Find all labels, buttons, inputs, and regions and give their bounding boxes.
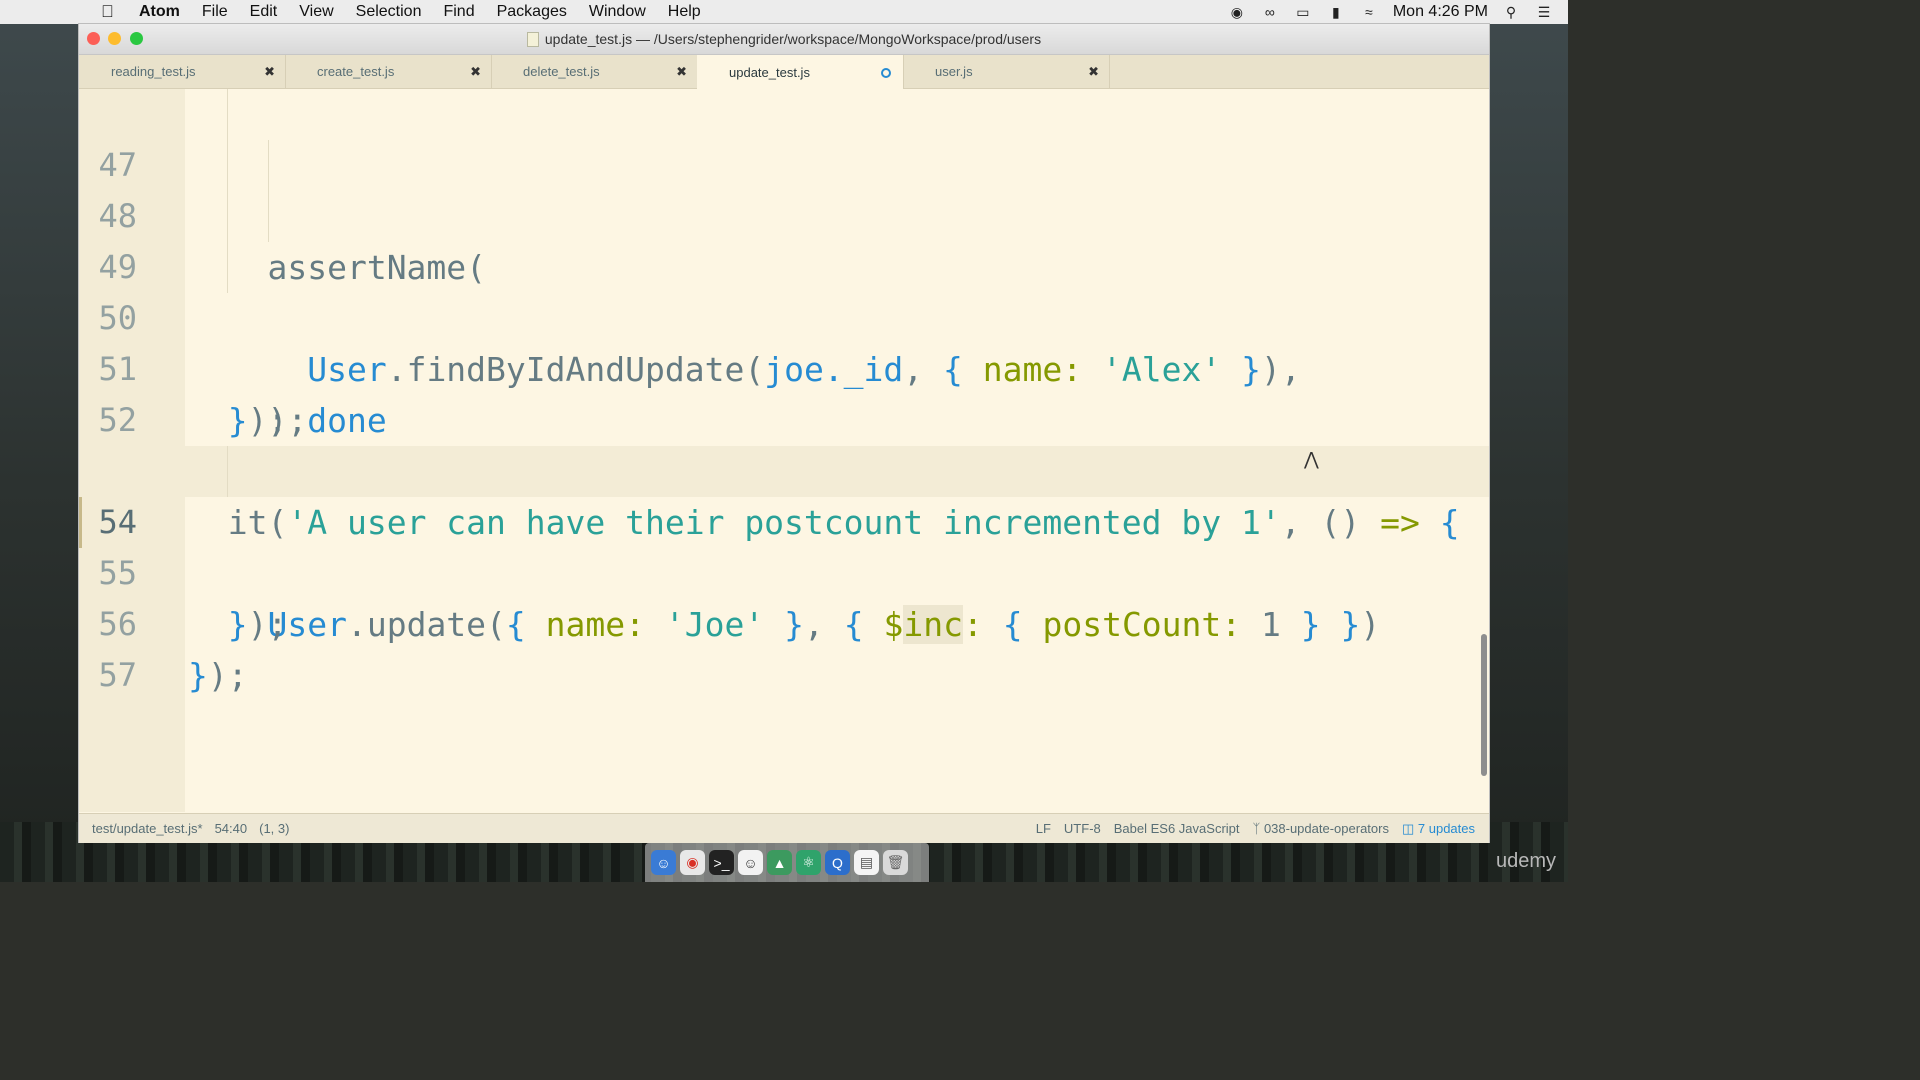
indent-guide <box>227 140 228 191</box>
code-line[interactable]: 55 }); <box>79 497 1489 644</box>
tab-close-icon[interactable]: ✖ <box>676 64 687 80</box>
atom-icon[interactable]: ⚛ <box>796 850 821 875</box>
menu-view[interactable]: View <box>299 3 333 21</box>
tab-update-test[interactable]: update_test.js <box>697 55 904 89</box>
dock: ☺ ◉ >_ ☺ ▲ ⚛ Q ▤ 🗑 <box>645 843 929 882</box>
tab-user[interactable]: user.js ✖ <box>903 55 1110 88</box>
code-line[interactable]: 52 <box>79 344 1489 439</box>
status-selection-count[interactable]: (1, 3) <box>259 821 289 836</box>
smiley-app-icon[interactable]: ☺ <box>738 850 763 875</box>
code-line[interactable]: 56 }); <box>79 548 1489 695</box>
tab-label: create_test.js <box>317 64 395 79</box>
indent-guide <box>227 191 228 242</box>
udemy-watermark: udemy <box>1495 850 1556 872</box>
status-encoding[interactable]: UTF-8 <box>1064 821 1101 836</box>
menu-find[interactable]: Find <box>443 3 474 21</box>
atom-window: update_test.js — /Users/stephengrider/wo… <box>79 24 1489 843</box>
status-file-path[interactable]: test/update_test.js* <box>92 821 203 836</box>
git-branch-icon: ᛉ <box>1252 821 1261 836</box>
menu-selection[interactable]: Selection <box>356 3 422 21</box>
menu-bar-status: ◉ ∞ ▭ ▮ ≈ Mon 4:26 PM ⚲ ☰ <box>1228 0 1568 24</box>
menu-bar:  Atom File Edit View Selection Find Pac… <box>0 0 1568 24</box>
spotlight-search-icon[interactable]: ⚲ <box>1502 4 1520 20</box>
menu-edit[interactable]: Edit <box>250 3 278 21</box>
tab-label: user.js <box>935 64 973 79</box>
tab-close-icon[interactable]: ✖ <box>470 64 481 80</box>
status-cursor-position[interactable]: 54:40 <box>215 821 248 836</box>
indent-guide <box>268 140 269 191</box>
indent-guide <box>227 242 228 293</box>
tab-label: delete_test.js <box>523 64 600 79</box>
indent-guide <box>227 446 228 497</box>
menu-file[interactable]: File <box>202 3 228 21</box>
status-bar: test/update_test.js* 54:40 (1, 3) LF UTF… <box>79 813 1489 843</box>
tab-label: update_test.js <box>729 64 810 80</box>
record-icon[interactable]: ◉ <box>1228 4 1246 20</box>
window-minimize-button[interactable] <box>108 32 121 45</box>
glasses-icon[interactable]: ∞ <box>1261 4 1279 20</box>
status-line-ending[interactable]: LF <box>1036 821 1051 836</box>
window-titlebar: update_test.js — /Users/stephengrider/wo… <box>79 24 1489 55</box>
document-icon <box>526 31 539 47</box>
tab-create-test[interactable]: create_test.js ✖ <box>285 55 492 88</box>
modified-indicator-icon[interactable] <box>881 68 891 78</box>
status-git-branch[interactable]: ᛉ 038-update-operators <box>1253 821 1389 836</box>
menu-help[interactable]: Help <box>668 3 701 21</box>
documents-icon[interactable]: ▤ <box>854 850 879 875</box>
code-line-current[interactable]: 54 User.update({ name: 'Joe' }, { $inc: … <box>79 446 1489 644</box>
quicktime-icon[interactable]: Q <box>825 850 850 875</box>
trash-icon[interactable]: 🗑 <box>883 850 908 875</box>
window-title: update_test.js — /Users/stephengrider/wo… <box>544 31 1042 47</box>
updates-label: 7 updates <box>1417 820 1475 836</box>
menu-window[interactable]: Window <box>589 3 646 21</box>
status-updates[interactable]: ◫ 7 updates <box>1402 821 1475 837</box>
menu-clock[interactable]: Mon 4:26 PM <box>1393 3 1488 21</box>
tab-delete-test[interactable]: delete_test.js ✖ <box>491 55 698 88</box>
tab-bar: reading_test.js ✖ create_test.js ✖ delet… <box>79 55 1489 89</box>
terminal-icon[interactable]: >_ <box>709 850 734 875</box>
apple-icon[interactable]:  <box>101 2 119 22</box>
menu-packages[interactable]: Packages <box>497 3 567 21</box>
wifi-icon[interactable]: ≈ <box>1360 4 1378 20</box>
notification-list-icon[interactable]: ☰ <box>1535 4 1553 20</box>
airplay-icon[interactable]: ▭ <box>1294 4 1312 20</box>
indent-guide <box>227 89 228 140</box>
finder-icon[interactable]: ☺ <box>651 850 676 875</box>
tab-label: reading_test.js <box>111 64 196 79</box>
window-close-button[interactable] <box>87 32 100 45</box>
menu-atom[interactable]: Atom <box>139 3 180 21</box>
code-line[interactable]: 48 User.findByIdAndUpdate(joe._id, { nam… <box>79 140 1489 389</box>
code-line[interactable]: 53 it('A user can have their postcount i… <box>79 395 1489 542</box>
chrome-icon[interactable]: ◉ <box>680 850 705 875</box>
status-grammar[interactable]: Babel ES6 JavaScript <box>1114 821 1240 836</box>
tab-close-icon[interactable]: ✖ <box>1088 64 1099 80</box>
indent-guide <box>268 191 269 242</box>
code-line[interactable]: 49 done <box>79 191 1489 440</box>
package-updates-icon: ◫ <box>1401 820 1415 836</box>
code-line[interactable]: 47 assertName( <box>79 89 1489 287</box>
ibeam-cursor-icon: ⋀ <box>1304 449 1319 470</box>
line-number: 57 <box>98 656 137 694</box>
tab-close-icon[interactable]: ✖ <box>264 64 275 80</box>
mongodb-compass-icon[interactable]: ▲ <box>767 850 792 875</box>
branch-name: 038-update-operators <box>1263 821 1389 836</box>
window-zoom-button[interactable] <box>130 32 143 45</box>
code-editor[interactable]: 47 assertName( 48 User.findByIdAndUpdate… <box>79 89 1489 812</box>
code-line[interactable]: 51 }); <box>79 293 1489 440</box>
code-line[interactable]: 57 <box>79 599 1489 694</box>
code-line[interactable]: 50 ); <box>79 242 1489 440</box>
editor-scrollbar[interactable] <box>1481 634 1487 776</box>
tab-reading-test[interactable]: reading_test.js ✖ <box>79 55 286 88</box>
battery-icon[interactable]: ▮ <box>1327 4 1345 20</box>
